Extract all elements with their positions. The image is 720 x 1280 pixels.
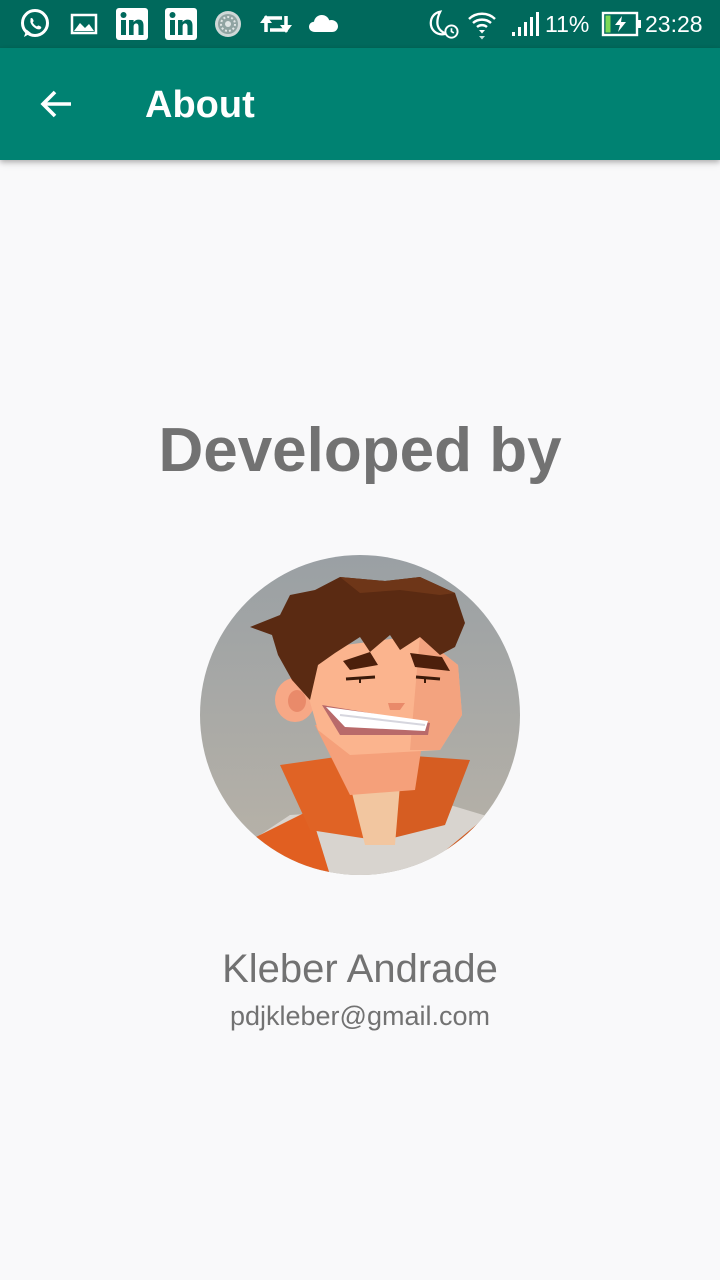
- app-bar: About: [0, 48, 720, 160]
- page-title: About: [145, 84, 255, 126]
- wifi-icon: [468, 12, 496, 40]
- avatar: [200, 555, 520, 875]
- status-time: 23:28: [645, 11, 703, 37]
- battery-charging-icon: [601, 11, 641, 37]
- developed-by-heading: Developed by: [158, 416, 562, 485]
- back-button[interactable]: [24, 72, 88, 136]
- cloud-icon: [309, 14, 338, 32]
- status-bar: 11% 23:28: [0, 0, 720, 48]
- retweet-icon: [260, 15, 292, 33]
- arrow-back-icon: [40, 90, 71, 118]
- avatar-illustration: [200, 555, 520, 875]
- app-icon: [215, 11, 241, 37]
- developer-name: Kleber Andrade: [222, 947, 498, 991]
- linkedin-icon: [116, 8, 148, 40]
- signal-icon: [512, 12, 539, 36]
- whatsapp-icon: [21, 9, 49, 37]
- do-not-disturb-alarm-icon: [429, 10, 459, 39]
- linkedin-icon: [165, 8, 197, 40]
- developer-email[interactable]: pdjkleber@gmail.com: [0, 998, 720, 1034]
- image-icon: [70, 13, 98, 35]
- battery-percentage: 11%: [545, 11, 590, 37]
